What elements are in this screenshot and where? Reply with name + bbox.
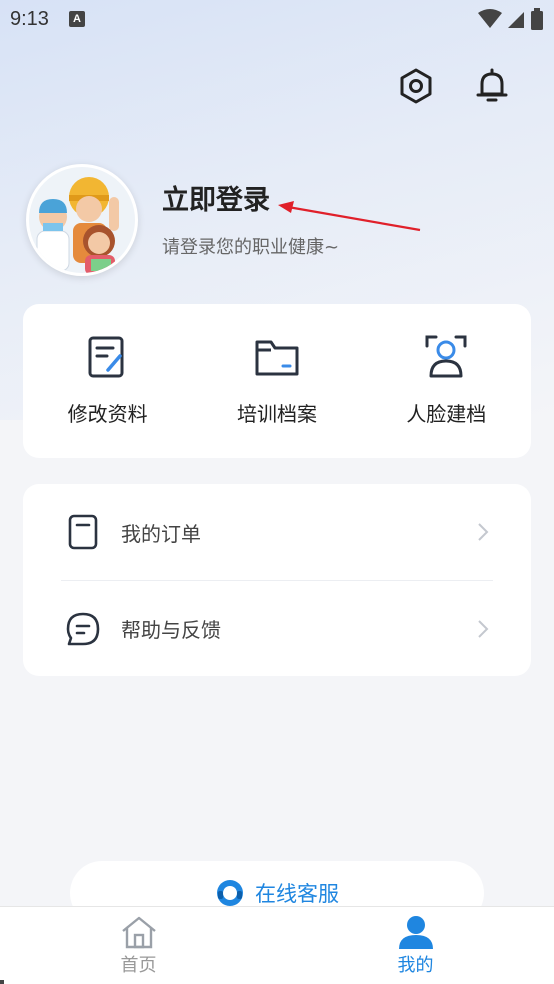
corner-marker [0, 980, 4, 984]
battery-icon [531, 8, 543, 30]
feedback-icon [66, 612, 100, 645]
quick-action-edit-profile[interactable]: 修改资料 [23, 304, 192, 458]
quick-action-label: 培训档案 [236, 402, 317, 426]
user-icon [398, 916, 433, 949]
menu-item-help-feedback[interactable]: 帮助与反馈 [61, 580, 493, 676]
notification-badge: A [68, 11, 85, 27]
tab-label: 首页 [120, 955, 157, 976]
menu-card: 我的订单 帮助与反馈 [23, 484, 531, 676]
login-subtitle: 请登录您的职业健康~ [162, 237, 340, 258]
notification-button[interactable] [472, 66, 512, 106]
wifi-icon [478, 9, 502, 28]
folder-icon [255, 340, 299, 376]
order-icon [68, 514, 98, 550]
menu-item-label: 帮助与反馈 [121, 618, 221, 642]
avatar-illustration [29, 167, 135, 273]
settings-button[interactable] [396, 66, 436, 106]
menu-item-my-orders[interactable]: 我的订单 [61, 484, 493, 580]
tab-label: 我的 [397, 955, 434, 976]
bell-icon [476, 68, 508, 102]
headset-icon [217, 880, 243, 906]
edit-document-icon [88, 336, 124, 378]
settings-hexagon-icon [400, 68, 432, 104]
quick-action-label: 修改资料 [67, 402, 148, 426]
status-time: 9:13 [10, 7, 49, 30]
quick-action-label: 人脸建档 [406, 402, 487, 426]
annotation-arrow-icon [278, 201, 421, 232]
tab-home[interactable]: 首页 [0, 907, 277, 984]
avatar[interactable] [26, 164, 138, 276]
face-scan-icon [425, 335, 467, 378]
signal-icon [508, 12, 524, 28]
bottom-tab-bar: 首页 我的 [0, 906, 554, 984]
chevron-right-icon [478, 523, 489, 541]
quick-action-training-records[interactable]: 培训档案 [192, 304, 361, 458]
login-title[interactable]: 立即登录 [162, 178, 270, 217]
status-bar: 9:13 A [0, 0, 554, 38]
chevron-right-icon [478, 619, 489, 638]
home-icon [121, 916, 156, 949]
status-icons [478, 8, 544, 30]
online-service-label: 在线客服 [255, 882, 339, 906]
menu-item-label: 我的订单 [121, 521, 201, 546]
tab-mine[interactable]: 我的 [277, 907, 554, 984]
quick-actions-card: 修改资料 培训档案 人脸建档 [23, 304, 531, 458]
quick-action-face-enroll[interactable]: 人脸建档 [362, 304, 531, 458]
